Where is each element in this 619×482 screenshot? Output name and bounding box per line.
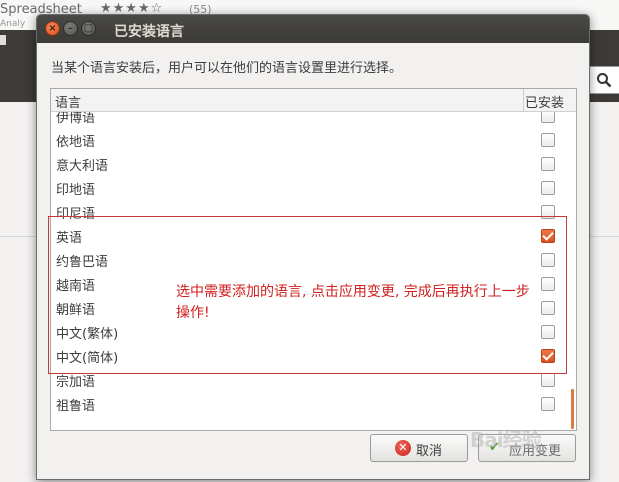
cancel-label: 取消 [416,444,443,459]
search-button[interactable] [586,66,619,94]
language-name: 祖鲁语 [56,399,96,414]
minimize-icon[interactable]: – [63,21,78,36]
dialog-description: 当某个语言安装后，用户可以在他们的语言设置里进行选择。 [51,61,403,76]
annotation-text: 选中需要添加的语言, 点击应用变更, 完成后再执行上一步操作! [176,284,530,321]
language-row[interactable]: 伊博语 [51,112,576,128]
dialog-title: 已安装语言 [114,24,184,40]
language-name: 印地语 [56,183,96,198]
installed-checkbox[interactable] [541,373,555,387]
app-subtitle: Analy [0,19,26,29]
divider [588,236,619,237]
installed-checkbox[interactable] [541,181,555,195]
cancel-icon: ✕ [395,440,411,456]
toolbar-edge-icon [0,35,6,45]
maximize-icon[interactable]: □ [81,21,96,36]
close-icon[interactable]: × [45,21,60,36]
language-row[interactable]: 意大利语 [51,152,576,176]
installed-checkbox[interactable] [541,112,555,123]
column-separator [523,89,524,111]
language-row[interactable]: 依地语 [51,128,576,152]
divider [0,236,36,237]
column-header-language[interactable]: 语言 [55,92,81,111]
scrollbar-thumb[interactable] [571,389,574,429]
language-name: 伊博语 [56,112,96,126]
search-icon [597,73,612,88]
list-header: 语言 已安装 [51,89,576,112]
language-name: 意大利语 [56,159,109,174]
installed-checkbox[interactable] [541,397,555,411]
column-header-installed[interactable]: 已安装 [525,92,564,111]
installed-checkbox[interactable] [541,133,555,147]
language-row[interactable]: 印地语 [51,176,576,200]
language-name: 依地语 [56,135,96,150]
cancel-button[interactable]: ✕ 取消 [370,434,468,462]
dialog-titlebar: × – □ 已安装语言 [37,15,589,43]
installed-checkbox[interactable] [541,157,555,171]
watermark-logo: Bai经验 [470,428,542,452]
language-row[interactable]: 祖鲁语 [51,392,576,416]
